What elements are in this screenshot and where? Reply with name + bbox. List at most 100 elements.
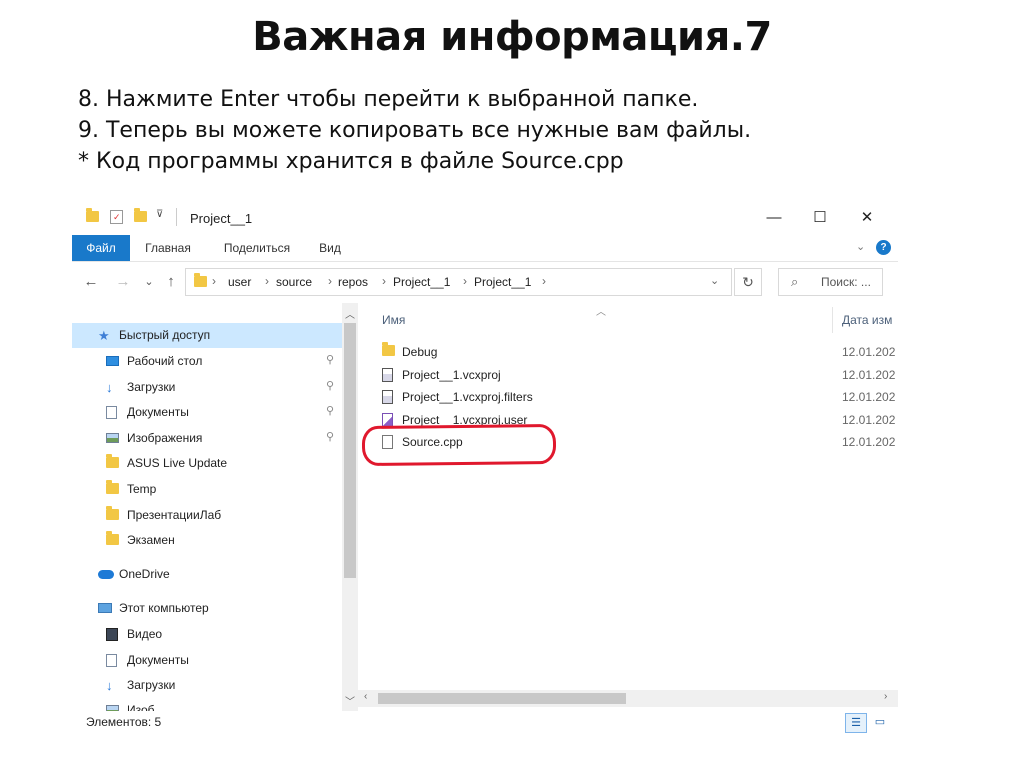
file-row[interactable]: Debug 12.01.202 bbox=[380, 341, 900, 363]
nav-item[interactable]: Экзамен bbox=[72, 528, 342, 553]
nav-item[interactable]: Изображения ⚲ bbox=[72, 426, 342, 451]
horizontal-scroll-thumb[interactable] bbox=[378, 693, 626, 704]
nav-item[interactable]: Документы bbox=[72, 648, 342, 673]
tab-share[interactable]: Поделиться bbox=[212, 235, 302, 261]
nav-item[interactable]: Этот компьютер bbox=[72, 596, 342, 621]
tab-home[interactable]: Главная bbox=[138, 235, 198, 261]
maximize-button[interactable]: ☐ bbox=[797, 201, 843, 235]
file-name: Project__1.vcxproj bbox=[402, 367, 501, 382]
details-view-button[interactable]: ☰ bbox=[845, 713, 867, 733]
scroll-down-icon[interactable]: ﹀ bbox=[342, 693, 358, 708]
back-button[interactable]: ← bbox=[80, 270, 102, 294]
refresh-button[interactable]: ↻ bbox=[734, 268, 762, 296]
file-row[interactable]: Project__1.vcxproj 12.01.202 bbox=[380, 364, 900, 386]
breadcrumb-project[interactable]: Project__1 bbox=[393, 275, 450, 289]
desktop-icon bbox=[106, 355, 119, 369]
folder-icon bbox=[106, 480, 119, 497]
document-icon bbox=[106, 654, 117, 670]
breadcrumb-separator: › bbox=[212, 274, 216, 288]
sort-ascending-icon: ︿ bbox=[596, 307, 606, 318]
cloud-icon bbox=[98, 568, 114, 582]
download-icon: ↓ bbox=[106, 380, 113, 395]
breadcrumb-project-current[interactable]: Project__1 bbox=[474, 275, 531, 289]
recent-locations-button[interactable]: ⌄ bbox=[138, 270, 160, 294]
computer-icon bbox=[98, 602, 112, 616]
help-icon[interactable]: ? bbox=[876, 240, 891, 255]
file-list: ︿ Имя Дата изм Debug 12.01.202 Project__1.… bbox=[358, 303, 898, 711]
nav-item-label: Изоб bbox=[127, 703, 155, 711]
folder-icon bbox=[86, 208, 100, 225]
forward-button[interactable]: → bbox=[112, 270, 134, 294]
column-date-header[interactable]: Дата изм bbox=[842, 313, 892, 327]
nav-item[interactable]: OneDrive bbox=[72, 562, 342, 587]
nav-item[interactable]: ASUS Live Update bbox=[72, 451, 342, 476]
expand-ribbon-icon[interactable]: ⌄ bbox=[856, 240, 865, 253]
large-icons-view-button[interactable]: ▭ bbox=[869, 713, 891, 733]
nav-item-label: Рабочий стол bbox=[127, 354, 203, 368]
nav-item[interactable]: ПрезентацииЛаб bbox=[72, 503, 342, 528]
new-folder-icon[interactable] bbox=[134, 208, 148, 225]
tab-view[interactable]: Вид bbox=[310, 235, 350, 261]
item-count: Элементов: 5 bbox=[86, 715, 162, 729]
folder-icon bbox=[106, 454, 119, 471]
horizontal-scrollbar[interactable]: ‹ › bbox=[358, 690, 898, 707]
nav-item-label: Этот компьютер bbox=[119, 601, 209, 615]
breadcrumb-user[interactable]: user bbox=[228, 275, 251, 289]
nav-item[interactable]: Рабочий стол ⚲ bbox=[72, 349, 342, 374]
column-name-header[interactable]: Имя bbox=[382, 313, 405, 327]
minimize-button[interactable]: — bbox=[751, 201, 797, 235]
nav-item[interactable]: Документы ⚲ bbox=[72, 400, 342, 425]
nav-item-label: OneDrive bbox=[119, 567, 170, 581]
nav-item[interactable]: Изоб bbox=[72, 698, 342, 711]
instruction-note: * Код программы хранится в файле Source.… bbox=[78, 149, 624, 174]
nav-item[interactable]: ★ Быстрый доступ bbox=[72, 323, 342, 348]
pin-icon[interactable]: ⚲ bbox=[326, 353, 334, 366]
nav-scrollbar[interactable]: ︿ ﹀ bbox=[342, 303, 358, 711]
nav-item-label: Загрузки bbox=[127, 380, 176, 394]
nav-item-label: ПрезентацииЛаб bbox=[127, 508, 222, 522]
address-row: ← → ⌄ ↑ › user › source › repos › Projec… bbox=[72, 262, 898, 302]
slide-title: Важная информация.7 bbox=[252, 14, 772, 60]
status-bar: Элементов: 5 ☰ ▭ bbox=[72, 711, 898, 735]
image-icon bbox=[106, 432, 119, 446]
scroll-up-icon[interactable]: ︿ bbox=[342, 306, 358, 321]
file-date: 12.01.202 bbox=[842, 435, 896, 449]
nav-item-label: Загрузки bbox=[127, 678, 176, 692]
nav-item-label: Видео bbox=[127, 627, 163, 641]
column-divider[interactable] bbox=[832, 307, 833, 333]
search-icon: ⌕ bbox=[791, 274, 799, 289]
breadcrumb-separator: › bbox=[328, 274, 332, 288]
scroll-left-icon[interactable]: ‹ bbox=[364, 691, 367, 702]
nav-item[interactable]: ↓ Загрузки ⚲ bbox=[72, 375, 342, 400]
tab-file[interactable]: Файл bbox=[72, 235, 130, 261]
customize-toolbar-icon[interactable]: ⊽ bbox=[156, 209, 170, 223]
scroll-right-icon[interactable]: › bbox=[884, 691, 887, 702]
file-row[interactable]: Project__1.vcxproj.filters 12.01.202 bbox=[380, 386, 900, 408]
folder-icon bbox=[382, 342, 395, 359]
image-icon bbox=[106, 704, 119, 711]
breadcrumb-repos[interactable]: repos bbox=[338, 275, 368, 289]
nav-item[interactable]: Temp bbox=[72, 477, 342, 502]
pin-icon[interactable]: ⚲ bbox=[326, 430, 334, 443]
nav-item-label: Изображения bbox=[127, 431, 203, 445]
navigation-pane: ★ Быстрый доступ Рабочий стол ⚲ ↓ Загрузки ⚲ До… bbox=[72, 303, 342, 711]
nav-item[interactable]: Видео bbox=[72, 622, 342, 647]
nav-item[interactable]: ↓ Загрузки bbox=[72, 673, 342, 698]
pin-icon[interactable]: ⚲ bbox=[326, 404, 334, 417]
nav-scroll-thumb[interactable] bbox=[344, 323, 356, 578]
instruction-line-9: 9. Теперь вы можете копировать все нужны… bbox=[78, 118, 752, 143]
close-button[interactable]: ✕ bbox=[844, 201, 890, 235]
file-name: Project__1.vcxproj.filters bbox=[402, 390, 533, 404]
address-history-icon[interactable]: ⌄ bbox=[710, 274, 719, 287]
video-icon bbox=[106, 628, 118, 644]
search-input[interactable]: ⌕ Поиск: ... bbox=[778, 268, 883, 296]
breadcrumb-source[interactable]: source bbox=[276, 275, 312, 289]
document-icon bbox=[106, 406, 117, 422]
breadcrumb-separator: › bbox=[463, 274, 467, 288]
nav-item-label: Экзамен bbox=[127, 533, 175, 547]
address-bar[interactable]: › user › source › repos › Project__1 › P… bbox=[185, 268, 732, 296]
pin-icon[interactable]: ⚲ bbox=[326, 379, 334, 392]
instructions: 8. Нажмите Enter чтобы перейти к выбранн… bbox=[78, 84, 751, 177]
properties-icon[interactable]: ✓ bbox=[110, 210, 123, 224]
up-button[interactable]: ↑ bbox=[160, 270, 182, 294]
